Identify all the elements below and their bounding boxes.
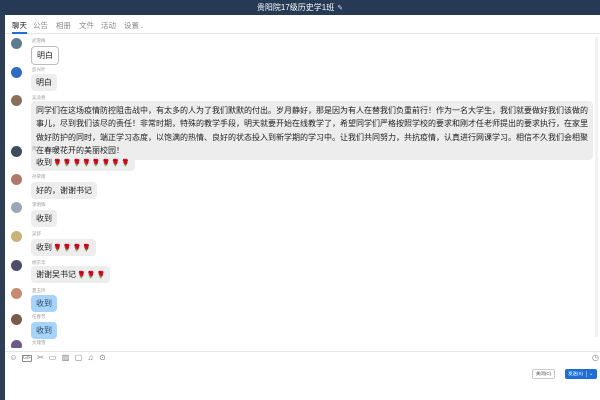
tab-chat[interactable]: 聊天 [12, 20, 27, 34]
message-bubble: 收到 [31, 322, 57, 339]
avatar[interactable] [11, 67, 22, 78]
message-bubble: 谢谢吴书记🌹🌹🌹 [31, 266, 111, 283]
message-bubble: 收到 [31, 210, 57, 227]
rose-emoji: 🌹 [121, 160, 130, 167]
message-bubble: 同学们在这场疫情防控阻击战中，有太多的人为了我们默默的付出。岁月静好，那是因为有… [31, 101, 593, 161]
message-bubble: 收到 [31, 295, 57, 312]
rose-emoji: 🌹 [111, 160, 121, 167]
chat-scrollbar[interactable] [595, 37, 598, 337]
avatar[interactable] [11, 340, 22, 348]
group-name: 贵阳院17级历史学1班 [256, 3, 335, 12]
scissors-icon[interactable]: ✂ [36, 354, 45, 362]
gif-icon[interactable]: GIF [22, 355, 32, 362]
tab-album[interactable]: 相册 [56, 20, 71, 31]
avatar[interactable] [11, 38, 22, 49]
tab-settings[interactable]: 设置⌄ [124, 20, 144, 31]
message-text: 谢谢吴书记 [36, 270, 76, 279]
sender-name: 孙荣雨 [32, 174, 46, 179]
avatar[interactable] [11, 314, 22, 325]
rose-emoji: 🌹 [53, 245, 62, 252]
avatar[interactable] [11, 288, 22, 299]
bell-icon[interactable]: ♫ [86, 354, 95, 362]
sender-name: 吴舒 [32, 231, 41, 236]
send-label: 发送(S) [568, 371, 583, 376]
tab-activities[interactable]: 活动 [101, 20, 116, 31]
rose-emoji: 🌹 [96, 272, 106, 279]
rose-emoji: 🌹 [86, 272, 96, 279]
rose-emoji: 🌹 [77, 272, 86, 279]
sender-name: 周云 [32, 146, 41, 151]
rose-emojis: 🌹🌹🌹🌹🌹🌹🌹🌹 [52, 158, 130, 167]
rose-emoji: 🌹 [91, 160, 101, 167]
sender-name: 李明辉 [32, 202, 46, 207]
chevron-down-icon: ⌄ [140, 24, 145, 30]
rose-emoji: 🌹 [72, 245, 82, 252]
rose-emojis: 🌹🌹🌹 [76, 270, 105, 279]
input-toolbar: ☺ GIF ✂ ▭ ▨ ▢ ♫ ⊙ ◷ [5, 351, 600, 364]
send-divider [586, 371, 587, 377]
avatar[interactable] [11, 202, 22, 213]
rose-emoji: 🌹 [53, 160, 62, 167]
chat-window: 聊天 公告 相册 文件 活动 设置⌄ 武雪梅 明白 彭兴叶 明白 吴迪善 同学们… [5, 15, 600, 400]
close-button[interactable]: 关闭(C) [532, 369, 555, 379]
chevron-down-icon[interactable]: ⌄ [589, 369, 593, 379]
send-button[interactable]: 发送(S) ⌄ [565, 369, 597, 379]
window-title: 贵阳院17级历史学1班 ✎ [0, 2, 600, 13]
message-bubble: 收到🌹🌹🌹🌹 [31, 239, 96, 256]
sender-name: 彭兴叶 [32, 67, 46, 72]
tab-files[interactable]: 文件 [79, 20, 94, 31]
message-bubble: 好的，谢谢书记 [31, 182, 97, 199]
avatar[interactable] [11, 231, 22, 242]
avatar[interactable] [11, 146, 22, 157]
avatar[interactable] [11, 95, 22, 106]
screen-icon[interactable]: ▢ [74, 354, 83, 362]
sender-name: 任春芳 [32, 314, 46, 319]
folder-icon[interactable]: ▭ [48, 354, 57, 362]
clock-icon[interactable]: ◷ [591, 354, 600, 362]
rose-emoji: 🌹 [82, 160, 91, 167]
message-text: 收到 [36, 243, 52, 252]
rose-emoji: 🌹 [62, 160, 72, 167]
edit-title-icon[interactable]: ✎ [337, 5, 343, 12]
rose-emoji: 🌹 [72, 160, 82, 167]
tab-settings-label: 设置 [124, 21, 139, 30]
rose-emoji: 🌹 [62, 245, 72, 252]
sender-name: 武雪梅 [32, 38, 46, 43]
title-bar: 贵阳院17级历史学1班 ✎ [0, 0, 600, 15]
more-icon[interactable]: ⊙ [98, 354, 107, 362]
avatar[interactable] [11, 174, 22, 185]
image-icon[interactable]: ▨ [61, 354, 70, 362]
tab-announcements[interactable]: 公告 [33, 20, 48, 31]
rose-emoji: 🌹 [101, 160, 111, 167]
tab-bar: 聊天 公告 相册 文件 活动 设置⌄ [5, 15, 600, 34]
rose-emoji: 🌹 [82, 245, 91, 252]
message-text: 收到 [36, 158, 52, 167]
avatar[interactable] [11, 260, 22, 271]
message-bubble: 明白 [31, 46, 59, 65]
emoji-icon[interactable]: ☺ [9, 354, 18, 362]
rose-emojis: 🌹🌹🌹🌹 [52, 243, 91, 252]
sender-name: 夏玉玲 [32, 288, 46, 293]
message: 文瑞雪 [11, 340, 600, 348]
sender-name: 文瑞雪 [32, 340, 46, 345]
message-bubble: 收到🌹🌹🌹🌹🌹🌹🌹🌹 [31, 154, 135, 171]
message-bubble: 明白 [31, 74, 57, 91]
